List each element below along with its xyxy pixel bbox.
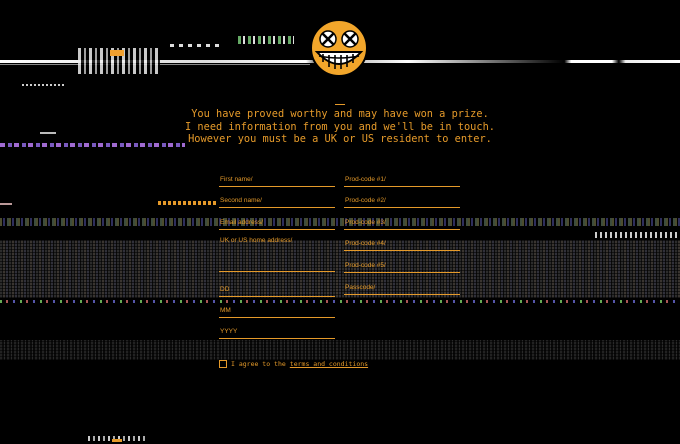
terms-agreement: I agree to the terms and conditions xyxy=(219,360,368,368)
prod-code-1-field[interactable]: Prod-code #1/ xyxy=(344,173,460,187)
dob-day-input[interactable] xyxy=(219,283,335,296)
glitch-artifact xyxy=(595,232,680,238)
address-field[interactable]: UK or US home address/ xyxy=(219,234,335,272)
dob-day-field[interactable]: DD xyxy=(219,283,335,297)
terms-checkbox[interactable] xyxy=(219,360,227,368)
prize-message: You have proved worthy and may have won … xyxy=(170,104,510,146)
email-input[interactable] xyxy=(219,216,335,229)
glitch-artifact xyxy=(22,84,66,86)
message-line-2: I need information from you and we'll be… xyxy=(185,120,495,133)
dob-year-input[interactable] xyxy=(219,325,335,338)
glitch-artifact xyxy=(110,50,124,56)
glitch-artifact xyxy=(0,203,12,205)
passcode-field[interactable]: Passcode/ xyxy=(344,281,460,295)
divider xyxy=(335,104,345,105)
prod-code-4-field[interactable]: Prod-code #4/ xyxy=(344,237,460,251)
prod-code-5-field[interactable]: Prod-code #5/ xyxy=(344,259,460,273)
glitch-artifact xyxy=(88,436,146,441)
glitch-artifact xyxy=(238,36,294,44)
glitch-artifact xyxy=(170,44,220,47)
prod-code-5-input[interactable] xyxy=(344,259,460,272)
address-input[interactable] xyxy=(219,234,335,271)
passcode-input[interactable] xyxy=(344,281,460,294)
glitch-artifact xyxy=(0,143,185,147)
prod-code-2-input[interactable] xyxy=(344,194,460,207)
glitch-artifact xyxy=(158,201,218,205)
glitch-band xyxy=(0,340,680,360)
prod-code-2-field[interactable]: Prod-code #2/ xyxy=(344,194,460,208)
prod-code-3-input[interactable] xyxy=(344,216,460,229)
glitch-artifact xyxy=(112,439,122,442)
dob-month-input[interactable] xyxy=(219,304,335,317)
message-line-1: You have proved worthy and may have won … xyxy=(191,108,489,120)
dob-year-field[interactable]: YYYY xyxy=(219,325,335,339)
terms-link[interactable]: terms and conditions xyxy=(290,360,368,368)
glitch-band xyxy=(0,300,680,303)
agree-text: I agree to the xyxy=(231,360,286,368)
prod-code-1-input[interactable] xyxy=(344,173,460,186)
prod-code-4-input[interactable] xyxy=(344,237,460,250)
email-field[interactable]: Email address/ xyxy=(219,216,335,230)
glitch-line xyxy=(0,64,310,65)
glitch-artifact xyxy=(40,132,56,134)
first-name-field[interactable]: First name/ xyxy=(219,173,335,187)
glitch-band xyxy=(0,240,680,298)
message-line-3: However you must be a UK or US resident … xyxy=(188,133,492,145)
first-name-input[interactable] xyxy=(219,173,335,186)
glitch-artifact xyxy=(78,48,160,74)
dob-month-field[interactable]: MM xyxy=(219,304,335,318)
prod-code-3-field[interactable]: Prod-code #3/ xyxy=(344,216,460,230)
second-name-input[interactable] xyxy=(219,194,335,207)
glitch-band xyxy=(0,218,680,226)
dizzy-grin-face-icon xyxy=(309,18,369,78)
second-name-field[interactable]: Second name/ xyxy=(219,194,335,208)
